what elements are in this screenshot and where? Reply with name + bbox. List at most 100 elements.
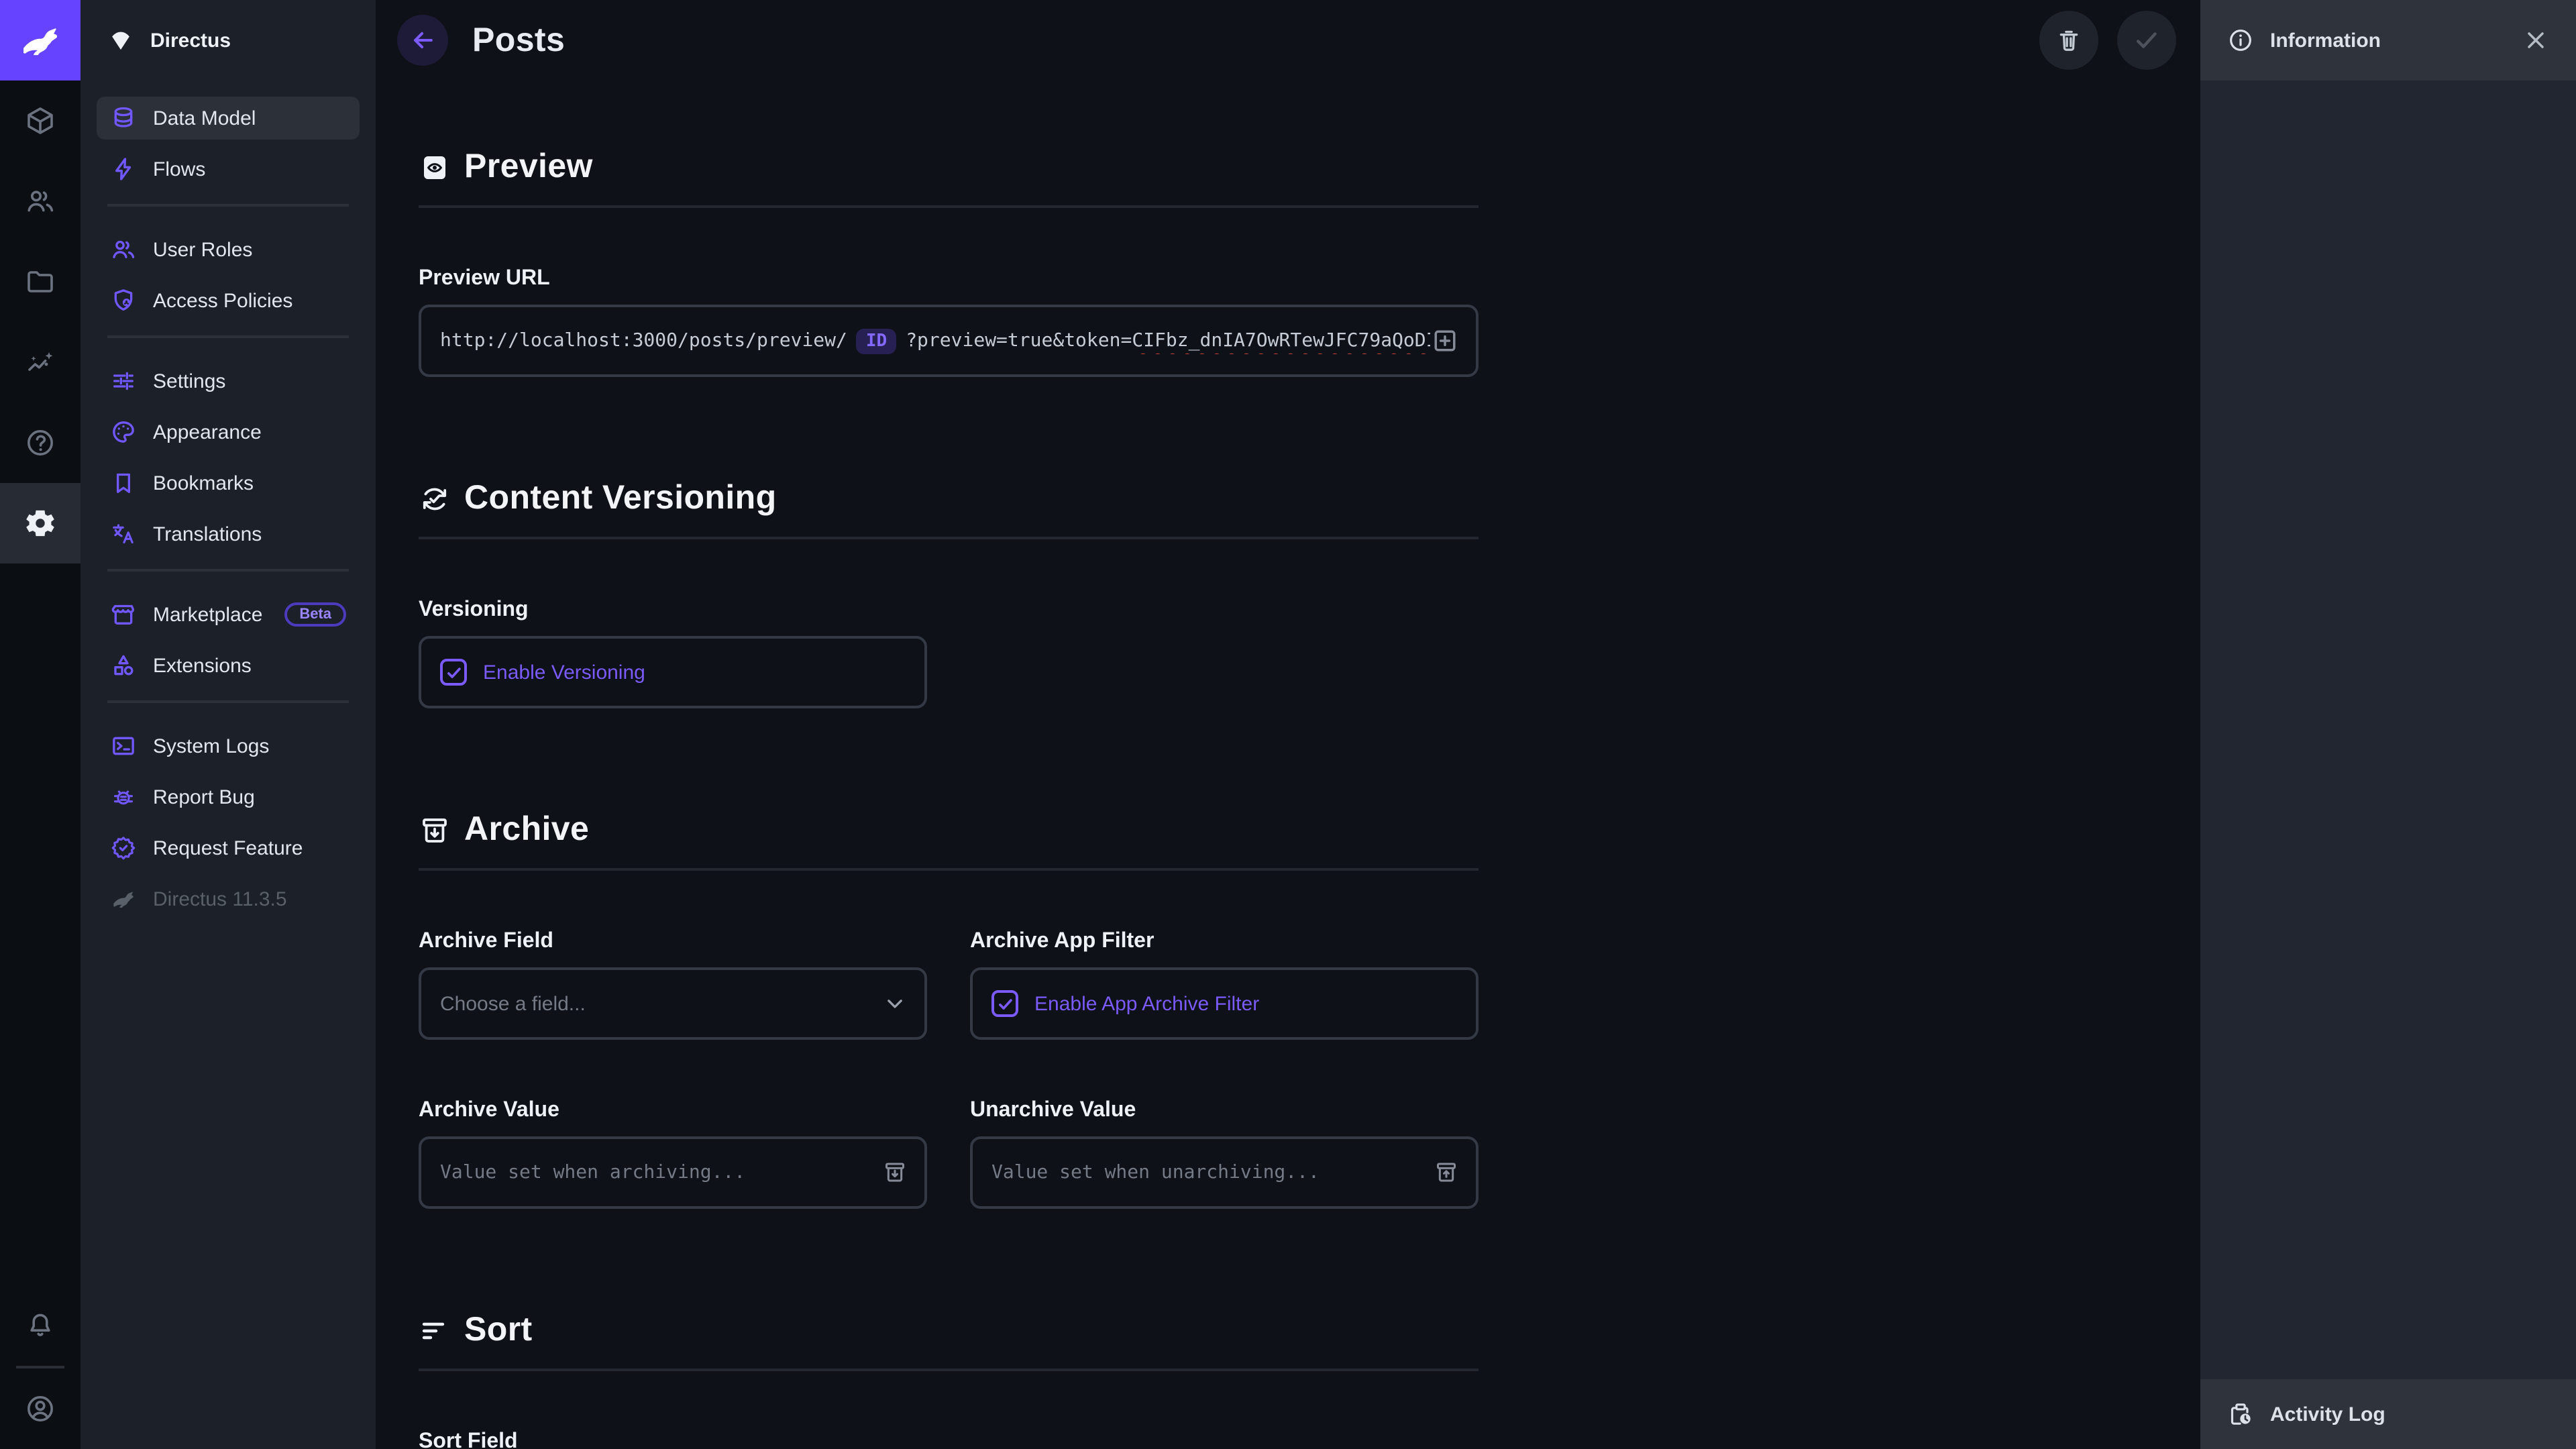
box-icon (24, 105, 56, 137)
unarchive-value-field[interactable] (970, 1136, 1479, 1209)
section-archive-heading: Archive (419, 810, 1479, 849)
preview-icon (419, 151, 451, 183)
new-releases-icon (110, 835, 137, 861)
versioning-label: Versioning (419, 598, 1479, 623)
bell-icon (24, 1309, 56, 1342)
delete-button[interactable] (2039, 11, 2098, 70)
sidebar-nav: Data Model Flows User Roles Access Polic… (80, 80, 376, 928)
archive-value-icon-button[interactable] (881, 1159, 908, 1186)
rabbit-logo-icon (17, 17, 63, 63)
arrow-left-icon (408, 25, 437, 55)
section-content-versioning: Content Versioning Versioning Enable Ver… (419, 479, 1479, 708)
sidebar-item-label: Access Policies (153, 289, 292, 312)
terminal-icon (110, 733, 137, 759)
sidebar-item-bookmarks[interactable]: Bookmarks (97, 462, 360, 504)
preview-url-label: Preview URL (419, 267, 1479, 291)
beta-badge: Beta (284, 602, 346, 627)
checkbox-label: Enable Versioning (483, 661, 645, 684)
sidebar-item-label: Flows (153, 158, 205, 180)
project-fan-icon (107, 27, 134, 54)
id-variable-chip[interactable]: ID (857, 328, 896, 354)
module-help[interactable] (0, 402, 80, 483)
sidebar-divider (107, 700, 349, 703)
archive-app-filter-field: Enable App Archive Filter (970, 967, 1479, 1040)
sidebar-item-label: Data Model (153, 107, 256, 129)
select-chevron[interactable] (881, 990, 908, 1017)
activity-log-button[interactable]: Activity Log (2200, 1379, 2576, 1449)
sidebar-item-flows[interactable]: Flows (97, 148, 360, 191)
section-preview: Preview Preview URL http://localhost:300… (419, 148, 1479, 377)
module-files[interactable] (0, 241, 80, 322)
sidebar-item-report-bug[interactable]: Report Bug (97, 775, 360, 818)
preview-url-value: http://localhost:3000/posts/preview/ ID … (440, 328, 1457, 354)
select-placeholder: Choose a field... (440, 992, 586, 1015)
sidebar-item-label: System Logs (153, 735, 269, 757)
content-versioning-icon (419, 482, 451, 515)
archive-value-input[interactable] (440, 1139, 906, 1206)
sidebar-item-marketplace[interactable]: Marketplace Beta (97, 593, 360, 636)
sidebar-item-system-logs[interactable]: System Logs (97, 724, 360, 767)
module-users[interactable] (0, 161, 80, 241)
sidebar-item-user-roles[interactable]: User Roles (97, 228, 360, 271)
preview-url-field[interactable]: http://localhost:3000/posts/preview/ ID … (419, 305, 1479, 377)
bug-icon (110, 784, 137, 810)
section-divider (419, 205, 1479, 208)
unarchive-value-column: Unarchive Value (970, 1040, 1479, 1209)
folder-icon (24, 266, 56, 298)
settings-form: Preview Preview URL http://localhost:300… (376, 80, 2200, 1449)
sidebar-item-access-policies[interactable]: Access Policies (97, 279, 360, 322)
archive-field-select[interactable]: Choose a field... (419, 967, 927, 1040)
user-avatar[interactable] (0, 1368, 80, 1449)
activity-log-icon (2227, 1401, 2254, 1428)
checkbox-checked-icon[interactable] (991, 990, 1018, 1017)
back-button[interactable] (397, 15, 448, 66)
url-token: CIFbz_dnIA7OwRTewJFC79aQoDI (1132, 330, 1437, 352)
save-button[interactable] (2117, 11, 2176, 70)
sidebar-item-label: Translations (153, 523, 262, 545)
extensions-icon (110, 652, 137, 679)
settings-gear-icon (23, 506, 58, 541)
archive-value-label: Archive Value (419, 1099, 927, 1123)
sort-icon (419, 1314, 451, 1346)
sidebar-item-appearance[interactable]: Appearance (97, 411, 360, 453)
sidebar-item-request-feature[interactable]: Request Feature (97, 826, 360, 869)
unarchive-value-icon-button[interactable] (1433, 1159, 1460, 1186)
archive-value-field[interactable] (419, 1136, 927, 1209)
sidebar-item-translations[interactable]: Translations (97, 513, 360, 555)
version-label: Directus 11.3.5 (153, 888, 287, 910)
module-bar (0, 0, 80, 1449)
sort-field-label: Sort Field (419, 1430, 1479, 1449)
page-title: Posts (472, 21, 565, 60)
section-sort: Sort Sort Field (419, 1311, 1479, 1449)
notifications-bell[interactable] (0, 1285, 80, 1366)
help-icon (24, 427, 56, 459)
enable-app-archive-filter-checkbox-row[interactable]: Enable App Archive Filter (991, 990, 1259, 1017)
module-settings[interactable] (0, 483, 80, 564)
sidebar-item-extensions[interactable]: Extensions (97, 644, 360, 687)
info-icon (2227, 27, 2254, 54)
settings-sidebar: Directus Data Model Flows User Roles Acc… (80, 0, 376, 1449)
version-info: Directus 11.3.5 (97, 877, 360, 920)
archive-app-filter-label: Archive App Filter (970, 930, 1479, 954)
close-panel-button[interactable] (2522, 27, 2549, 54)
activity-log-label: Activity Log (2270, 1403, 2385, 1426)
bolt-icon (110, 156, 137, 182)
project-header[interactable]: Directus (80, 0, 376, 80)
sidebar-item-label: Report Bug (153, 786, 255, 808)
versioning-toggle-field: Enable Versioning (419, 636, 927, 708)
module-insights[interactable] (0, 322, 80, 402)
checkbox-checked-icon[interactable] (440, 659, 467, 686)
directus-logo[interactable] (0, 0, 80, 80)
sidebar-item-data-model[interactable]: Data Model (97, 97, 360, 140)
sidebar-item-label: Bookmarks (153, 472, 254, 494)
unarchive-value-input[interactable] (991, 1139, 1457, 1206)
sidebar-item-label: User Roles (153, 238, 252, 261)
enable-versioning-checkbox-row[interactable]: Enable Versioning (440, 659, 645, 686)
module-content[interactable] (0, 80, 80, 161)
section-versioning-heading: Content Versioning (419, 479, 1479, 518)
archive-field-label: Archive Field (419, 930, 927, 954)
archive-down-icon (881, 1159, 908, 1186)
sidebar-item-label: Extensions (153, 654, 252, 677)
sidebar-item-settings[interactable]: Settings (97, 360, 360, 402)
add-variable-button[interactable] (1430, 326, 1460, 356)
